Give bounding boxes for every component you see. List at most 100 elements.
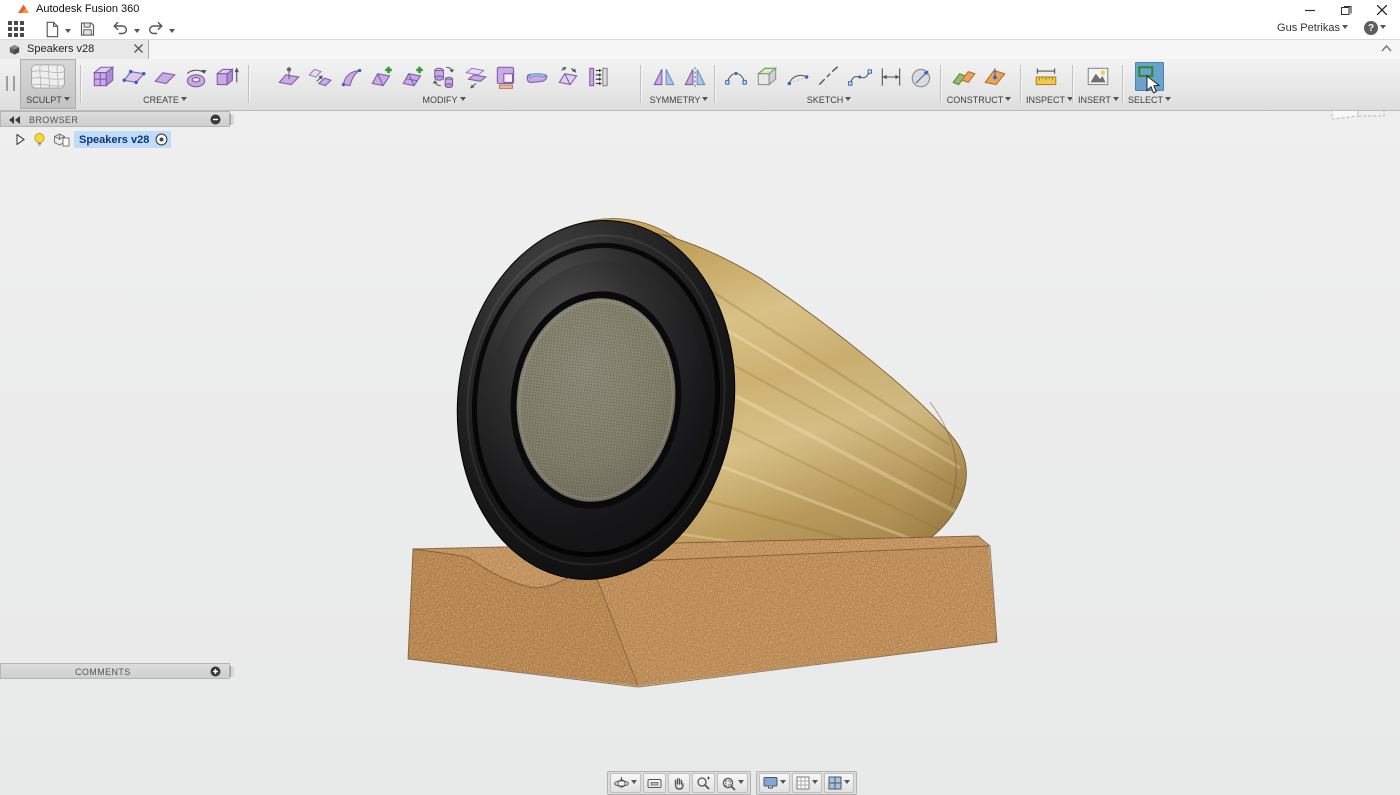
collapse-panel-icon[interactable]	[9, 116, 21, 124]
redo-button[interactable]	[147, 21, 164, 36]
symmetry-menu-label[interactable]: SYMMETRY	[646, 95, 712, 105]
pan-button[interactable]	[668, 773, 690, 793]
tab-label: Speakers v28	[27, 43, 94, 55]
document-tab[interactable]: Speakers v28	[0, 40, 149, 59]
tab-close-button[interactable]	[134, 44, 143, 53]
modify-menu-label[interactable]: MODIFY	[254, 95, 634, 105]
close-button[interactable]	[1364, 0, 1400, 19]
restore-button[interactable]	[1328, 0, 1364, 19]
face-icon[interactable]	[151, 62, 180, 91]
help-caret	[1380, 25, 1386, 32]
undo-caret[interactable]	[134, 29, 140, 36]
comments-panel-header[interactable]: COMMENTS	[0, 663, 230, 679]
dimension-icon[interactable]	[877, 62, 906, 91]
convert-icon[interactable]	[492, 62, 521, 91]
subdivide-icon[interactable]	[399, 62, 428, 91]
construction-line-icon[interactable]	[815, 62, 844, 91]
viewports-button[interactable]	[824, 773, 854, 793]
revolve-icon[interactable]	[182, 62, 211, 91]
visibility-bulb-icon[interactable]	[32, 132, 47, 148]
zoom-button[interactable]	[692, 773, 715, 793]
spline-icon[interactable]	[846, 62, 875, 91]
insert-menu-label[interactable]: INSERT	[1078, 95, 1118, 105]
file-icon	[44, 21, 60, 38]
document-tabbar: Speakers v28	[0, 39, 1400, 59]
minimize-button[interactable]	[1292, 0, 1328, 19]
browser-panel-header[interactable]: BROWSER	[0, 111, 230, 127]
box-icon[interactable]	[89, 62, 118, 91]
orbit-button[interactable]	[610, 773, 641, 793]
app-grid-button[interactable]	[8, 21, 24, 37]
restore-icon	[1341, 4, 1352, 15]
component-icon	[53, 132, 70, 148]
nav-cluster-camera	[607, 771, 751, 795]
file-menu-button[interactable]	[44, 21, 60, 38]
toolbar-drag-handle[interactable]	[6, 76, 15, 91]
arc-icon[interactable]	[784, 62, 813, 91]
save-button[interactable]	[80, 21, 95, 37]
display-caret	[780, 780, 786, 787]
merge-bodies-icon[interactable]	[461, 62, 490, 91]
toolbar-group-sketch: SKETCH	[720, 59, 938, 109]
browser-panel-resize-handle[interactable]	[230, 114, 234, 125]
browser-root-label[interactable]: Speakers v28	[79, 134, 149, 146]
thicken-icon[interactable]	[523, 62, 552, 91]
insert-point-icon[interactable]	[275, 62, 304, 91]
offset-plane-icon[interactable]	[980, 62, 1009, 91]
fit-curves-icon[interactable]	[722, 62, 751, 91]
look-at-button[interactable]	[643, 773, 666, 793]
undo-button[interactable]	[112, 21, 129, 36]
ground-target-icon[interactable]	[155, 133, 168, 146]
user-menu[interactable]: Gus Petrikas	[1277, 22, 1348, 34]
user-name: Gus Petrikas	[1277, 22, 1340, 34]
collapse-circle-icon[interactable]	[210, 114, 221, 125]
select-menu-label[interactable]: SELECT	[1128, 95, 1170, 105]
sketch-menu-label[interactable]: SKETCH	[720, 95, 938, 105]
viewports-caret	[844, 780, 850, 787]
midplane-icon[interactable]	[949, 62, 978, 91]
align-icon[interactable]	[306, 62, 335, 91]
extrude-icon[interactable]	[213, 62, 242, 91]
construct-menu-label[interactable]: CONSTRUCT	[944, 95, 1014, 105]
create-menu-label[interactable]: CREATE	[86, 95, 244, 105]
zoom-icon	[696, 776, 711, 791]
display-settings-icon	[763, 776, 778, 790]
user-menu-caret	[1342, 25, 1348, 32]
measure-icon[interactable]	[1032, 62, 1061, 91]
fit-icon	[721, 776, 736, 791]
sketch-box-icon[interactable]	[753, 62, 782, 91]
redo-caret[interactable]	[169, 29, 175, 36]
titlebar: Autodesk Fusion 360	[0, 0, 1400, 19]
crease-icon[interactable]	[337, 62, 366, 91]
sphere-icon[interactable]	[908, 62, 937, 91]
add-comment-icon[interactable]	[210, 666, 221, 677]
select-window-icon[interactable]	[1135, 62, 1164, 91]
mirror-internal-icon[interactable]	[649, 62, 678, 91]
file-menu-caret[interactable]	[65, 29, 71, 36]
inspect-menu-label[interactable]: INSPECT	[1026, 95, 1066, 105]
toolbar-group-inspect: INSPECT	[1026, 59, 1066, 109]
workspace-menu-sculpt[interactable]: SCULPT	[20, 59, 76, 109]
insert-edge-icon[interactable]	[368, 62, 397, 91]
grid-icon	[796, 776, 810, 790]
browser-root-selection[interactable]: Speakers v28	[74, 131, 171, 148]
grid-button[interactable]	[792, 773, 822, 793]
expand-arrow-icon[interactable]	[16, 134, 25, 145]
nav-cluster-display	[756, 771, 857, 795]
help-menu[interactable]: ?	[1364, 21, 1386, 35]
match-icon[interactable]	[585, 62, 614, 91]
mirror-duplicate-icon[interactable]	[680, 62, 709, 91]
insert-image-icon[interactable]	[1084, 62, 1113, 91]
display-settings-button[interactable]	[759, 773, 790, 793]
fit-button[interactable]	[717, 773, 748, 793]
orbit-caret	[631, 780, 637, 787]
edit-form-icon[interactable]	[430, 62, 459, 91]
comments-panel-resize-handle[interactable]	[230, 666, 234, 677]
sculpt-menu-label[interactable]: SCULPT	[21, 95, 75, 105]
unweld-icon[interactable]	[554, 62, 583, 91]
plane-points-icon[interactable]	[120, 62, 149, 91]
cork-base[interactable]	[400, 530, 1010, 695]
browser-root-row[interactable]: Speakers v28	[0, 130, 171, 149]
toolbar-collapse-chevron[interactable]	[1381, 45, 1392, 52]
tab-close-icon	[134, 44, 143, 53]
